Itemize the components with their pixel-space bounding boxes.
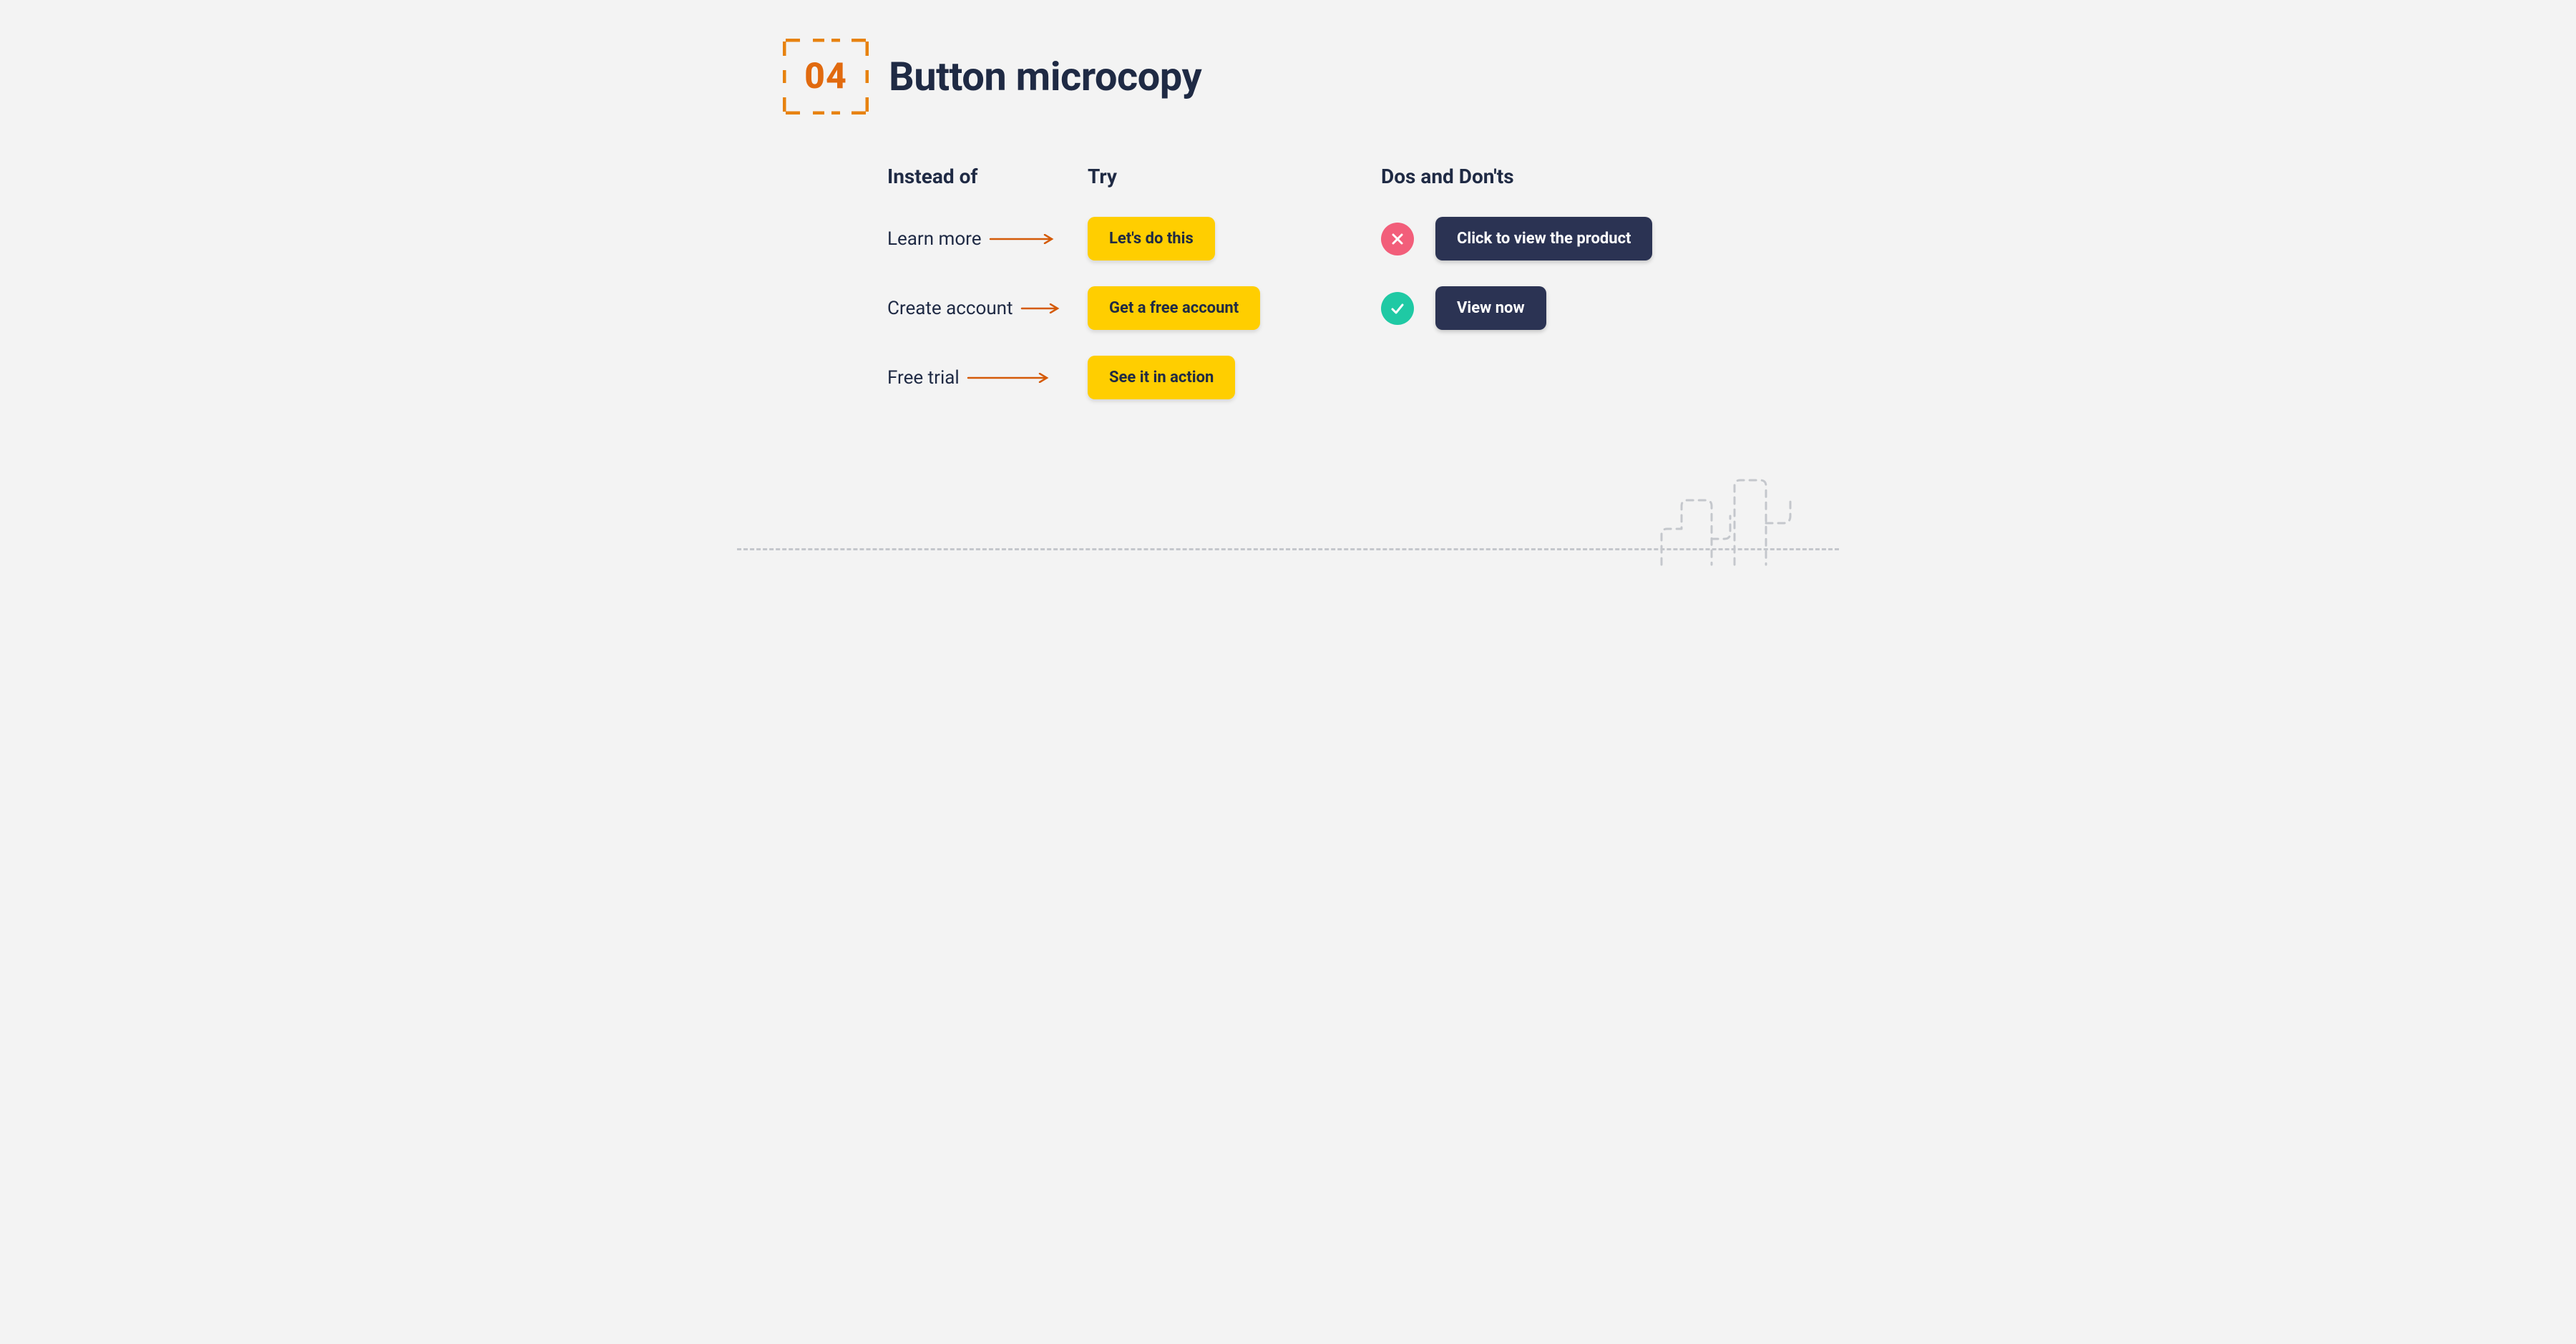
x-badge-icon [1381, 223, 1414, 255]
try-button: Let's do this [1088, 217, 1215, 260]
header-instead-of: Instead of [887, 165, 1088, 188]
slide: 04 Button microcopy Instead of Try Learn… [737, 0, 1839, 575]
arrow-icon [989, 234, 1058, 244]
instead-wrap: Free trial [887, 367, 1088, 389]
example-row: Create account Get a free account [887, 286, 1345, 330]
try-button: Get a free account [1088, 286, 1260, 330]
instead-text: Create account [887, 298, 1013, 319]
instead-wrap: Create account [887, 298, 1088, 319]
instead-text: Learn more [887, 228, 982, 250]
dont-row: Click to view the product [1381, 217, 1767, 260]
header-dos-donts: Dos and Don'ts [1381, 165, 1767, 188]
slide-number-frame: 04 [783, 39, 869, 115]
arrow-icon [967, 373, 1053, 383]
slide-title: Button microcopy [889, 53, 1201, 100]
slide-number: 04 [804, 56, 847, 97]
do-row: View now [1381, 286, 1767, 330]
right-column: Dos and Don'ts Click to view the product… [1381, 165, 1767, 425]
instead-wrap: Learn more [887, 228, 1088, 250]
content-area: Instead of Try Learn more Let's do this … [887, 165, 1796, 425]
instead-text: Free trial [887, 367, 960, 389]
check-badge-icon [1381, 292, 1414, 325]
do-button: View now [1435, 286, 1546, 330]
cactus-decoration-icon [1640, 473, 1812, 569]
example-row: Learn more Let's do this [887, 217, 1345, 260]
header-try: Try [1088, 165, 1117, 188]
dont-button: Click to view the product [1435, 217, 1652, 260]
arrow-icon [1020, 303, 1063, 313]
left-column-header: Instead of Try [887, 165, 1345, 188]
left-column: Instead of Try Learn more Let's do this … [887, 165, 1345, 425]
slide-header: 04 Button microcopy [783, 39, 1201, 115]
try-button: See it in action [1088, 356, 1235, 399]
example-row: Free trial See it in action [887, 356, 1345, 399]
